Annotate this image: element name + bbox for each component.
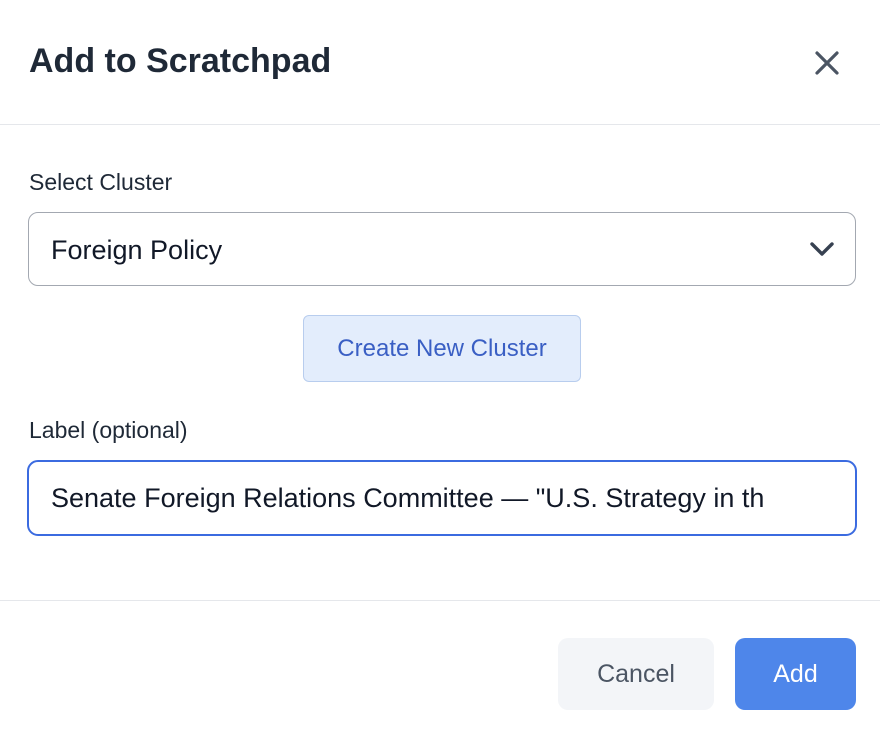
close-icon (815, 51, 839, 75)
add-to-scratchpad-dialog: Add to Scratchpad Select Cluster Foreign… (0, 0, 880, 734)
dialog-body: Select Cluster Foreign Policy Create New… (0, 126, 880, 600)
create-new-cluster-button[interactable]: Create New Cluster (303, 315, 581, 382)
add-button[interactable]: Add (735, 638, 856, 710)
label-field-label: Label (optional) (29, 417, 188, 443)
cancel-button[interactable]: Cancel (558, 638, 714, 710)
select-cluster-label: Select Cluster (29, 169, 173, 195)
chevron-down-icon (810, 242, 834, 256)
cluster-select[interactable]: Foreign Policy (28, 212, 856, 286)
close-button[interactable] (806, 42, 848, 84)
dialog-header: Add to Scratchpad (0, 0, 880, 125)
label-input[interactable]: Senate Foreign Relations Committee — "U.… (27, 460, 857, 536)
dialog-title: Add to Scratchpad (29, 42, 332, 80)
dialog-footer: Cancel Add (0, 600, 880, 734)
cluster-select-value: Foreign Policy (51, 235, 223, 265)
label-input-value: Senate Foreign Relations Committee — "U.… (51, 483, 765, 513)
